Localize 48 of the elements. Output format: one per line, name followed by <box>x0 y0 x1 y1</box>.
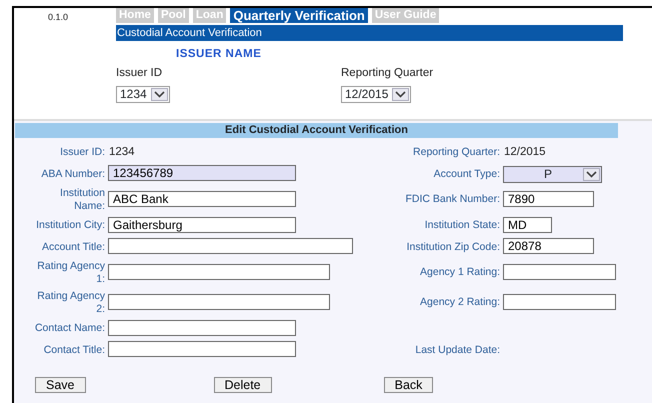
field-label: Institution State: <box>424 219 501 232</box>
field-label: Account Type: <box>434 168 501 180</box>
input-field[interactable]: 123456789 <box>108 165 296 182</box>
nav-tab[interactable]: Quarterly Verification <box>230 8 368 23</box>
field-label: ABA Number: <box>41 168 106 180</box>
input-field[interactable]: 7890 <box>503 191 594 207</box>
input-field[interactable]: MD <box>503 216 552 233</box>
input-field[interactable] <box>108 294 330 310</box>
caret-icon <box>583 168 600 180</box>
field-label: Last Update Date: <box>415 344 501 356</box>
field-label: Institution City: <box>36 219 106 232</box>
issuer-name: ISSUER NAME <box>176 47 262 62</box>
input-field[interactable] <box>108 320 296 336</box>
form-header-bar: Edit Custodial Account Verification <box>15 123 618 138</box>
form-button[interactable]: Delete <box>214 376 272 393</box>
field-label: Agency 1 Rating: <box>420 266 501 280</box>
field-label: Contact Title: <box>44 344 106 356</box>
field-label: Rating Agency 1: <box>36 260 106 286</box>
field-label: Agency 2 Rating: <box>420 296 501 310</box>
form-button[interactable]: Back <box>384 376 434 393</box>
input-field[interactable] <box>503 264 616 280</box>
caret-icon <box>150 88 168 100</box>
input-field[interactable] <box>108 264 330 280</box>
field-label: Contact Name: <box>34 322 106 335</box>
field-label: Institution Zip Code: <box>406 240 501 254</box>
page-title-bar: Custodial Account Verification <box>116 25 623 41</box>
version-label: 0.1.0 <box>47 11 70 24</box>
field-label: Issuer ID: <box>60 146 106 160</box>
input-field[interactable]: 20878 <box>503 238 594 254</box>
field-value: 1234 <box>108 146 135 158</box>
field-label: FDIC Bank Number: <box>405 193 501 206</box>
input-field[interactable] <box>108 341 296 358</box>
input-field[interactable] <box>503 294 616 310</box>
filter-label: Issuer ID <box>116 66 164 82</box>
input-field[interactable]: Gaithersburg <box>108 216 296 233</box>
input-field[interactable] <box>108 238 353 254</box>
dropdown[interactable]: P <box>503 166 602 182</box>
field-value: 12/2015 <box>503 146 546 158</box>
field-label: Reporting Quarter: <box>413 146 501 160</box>
caret-icon <box>392 88 410 100</box>
dropdown[interactable]: 1234 <box>116 86 170 102</box>
filter-label: Reporting Quarter <box>341 66 434 82</box>
field-label: Institution Name: <box>59 186 106 213</box>
field-label: Account Title: <box>42 240 106 254</box>
dropdown[interactable]: 12/2015 <box>341 86 412 102</box>
input-field[interactable]: ABC Bank <box>108 191 296 207</box>
field-label: Rating Agency 2: <box>36 290 106 316</box>
form-button[interactable]: Save <box>35 376 86 393</box>
